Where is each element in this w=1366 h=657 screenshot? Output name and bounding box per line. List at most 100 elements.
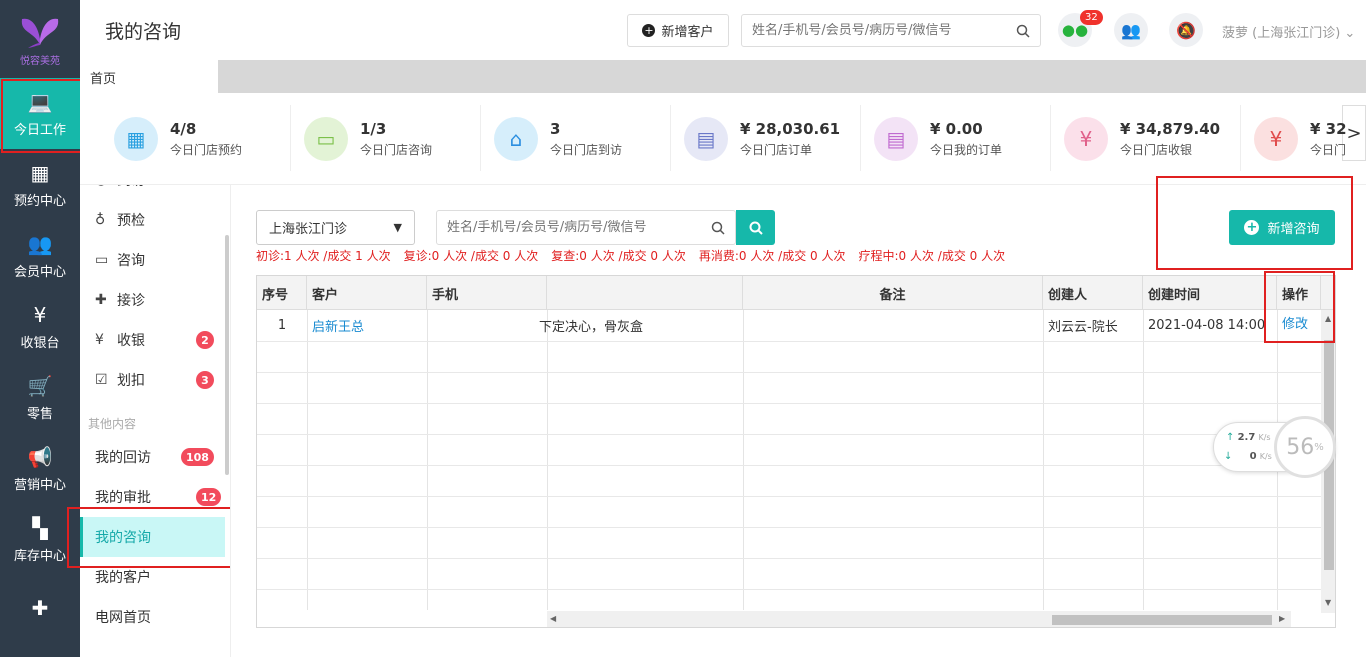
nav-item-3[interactable]: ¥ 收银台 [0, 291, 80, 362]
app-logo[interactable]: 悦容美苑 [0, 0, 80, 78]
grid-icon: ▚ [32, 515, 48, 540]
nav-item-1[interactable]: ▦ 预约中心 [0, 149, 80, 220]
submenu-group-label: 其他内容 [88, 417, 137, 431]
submenu-item-0[interactable]: ◐到访 [80, 185, 230, 200]
stat-text: ¥ 32 今日门 [1310, 120, 1347, 158]
table-header-cell[interactable] [547, 276, 743, 310]
consult-table: 序号 客户 手机 备注 创建人 创建时间 操作 ▲ ▼ ◀ ▶ 1 启新王总 下定决心，骨灰盒 刘… [256, 275, 1336, 628]
nav-item-7[interactable]: ✚ [0, 575, 80, 646]
nav-item-0[interactable]: 💻 今日工作 [0, 78, 80, 149]
stat-value: ¥ 34,879.40 [1120, 119, 1221, 138]
memory-percent: 56% [1274, 416, 1336, 478]
search-icon [711, 221, 725, 235]
stat-text: ¥ 28,030.61 今日门店订单 [740, 120, 840, 158]
submenu-other-item-0[interactable]: 我的回访 108 [80, 437, 230, 477]
download-unit: K/s [1259, 452, 1272, 461]
summary-item: 复查:0 人次 /成交 0 人次 [551, 249, 686, 263]
submenu-item-5[interactable]: ☑ 划扣 3 [80, 360, 230, 400]
search-icon[interactable] [1016, 24, 1030, 38]
table-header-cell[interactable]: 手机 [427, 276, 547, 310]
consult-search-input[interactable] [447, 220, 711, 235]
bell-off-icon: 🔕 [1176, 20, 1196, 40]
summary-item: 初诊:1 人次 /成交 1 人次 [256, 249, 391, 263]
nav-item-label: 今日工作 [13, 122, 66, 138]
stat-card-0[interactable]: ▦ 4/8 今日门店预约 [114, 111, 304, 166]
submenu-item-label: 接诊 [117, 293, 145, 309]
table-cell-action[interactable]: 修改 [1282, 310, 1321, 341]
user-menu[interactable]: 菠萝 (上海张江门诊) ⌄ [1222, 22, 1355, 41]
consult-search [436, 210, 736, 245]
upload-speed: ↑ 2.7 K/s [1226, 432, 1271, 443]
tab-home[interactable]: 首页 [80, 60, 218, 93]
nav-item-6[interactable]: ▚ 库存中心 [0, 504, 80, 575]
stat-card-2[interactable]: ⌂ 3 今日门店到访 [494, 111, 684, 166]
medkit-icon: ✚ [95, 292, 107, 308]
global-search-input[interactable] [752, 23, 1016, 38]
chevron-down-icon: ▼ [393, 221, 402, 234]
search-button[interactable] [736, 210, 775, 245]
percent-unit: % [1314, 441, 1324, 453]
submenu-other-badge: 12 [196, 488, 222, 506]
table-header-cell[interactable]: 创建人 [1043, 276, 1143, 310]
submenu-item-1[interactable]: ♁ 预检 [80, 200, 230, 240]
table-cell-phone [432, 310, 547, 341]
newspaper-icon: ▤ [684, 116, 728, 161]
mute-button[interactable]: 🔕 [1169, 13, 1203, 47]
row-divider [257, 527, 1321, 528]
plus-circle-icon: + [642, 24, 656, 37]
scroll-up-icon[interactable]: ▲ [1325, 314, 1331, 323]
submenu-other-item-3[interactable]: 我的客户 [80, 557, 230, 597]
nav-item-2[interactable]: 👥 会员中心 [0, 220, 80, 291]
stat-card-3[interactable]: ▤ ¥ 28,030.61 今日门店订单 [684, 111, 874, 166]
submenu-item-2[interactable]: ▭ 咨询 [80, 240, 230, 280]
sub-menu: 其他内容 ◐到访♁预检▭咨询 ✚ 接诊 ¥收银2☑划扣3 我的回访108我的审批12 我的… [80, 185, 230, 657]
submenu-other-item-1[interactable]: 我的审批 12 [80, 477, 230, 517]
nav-item-5[interactable]: 📢 营销中心 [0, 433, 80, 504]
download-speed: ↓ 0 K/s [1224, 451, 1272, 462]
add-consult-button[interactable]: + 新增咨询 [1229, 210, 1335, 245]
row-divider [257, 496, 1321, 497]
arrow-down-icon: ↓ [1224, 451, 1233, 462]
table-header-cell[interactable]: 客户 [307, 276, 427, 310]
scroll-down-icon[interactable]: ▼ [1325, 598, 1331, 607]
table-cell-customer[interactable]: 启新王总 [312, 310, 427, 341]
submenu-other-item-4[interactable]: 电网首页 [80, 597, 230, 637]
staff-button[interactable]: 👥 [1114, 13, 1148, 47]
submenu-item-3[interactable]: ✚ 接诊 [80, 280, 230, 320]
table-header-cell[interactable]: 创建时间 [1143, 276, 1277, 310]
table-header-cell[interactable]: 操作 [1277, 276, 1321, 310]
submenu-item-label: 预检 [117, 213, 145, 229]
table-horizontal-scrollbar[interactable]: ◀ ▶ [547, 611, 1291, 627]
submenu-other-label: 我的回访 [95, 450, 151, 466]
tab-bar: 首页 [80, 60, 1366, 93]
submenu-other-label: 我的咨询 [95, 530, 151, 546]
wechat-button[interactable]: ●● 32 [1058, 10, 1103, 47]
table-header: 序号 客户 手机 备注 创建人 创建时间 操作 [257, 276, 1335, 310]
visit-summary: 初诊:1 人次 /成交 1 人次 复诊:0 人次 /成交 0 人次 复查:0 人次 … [256, 247, 1018, 264]
stat-card-4[interactable]: ▤ ¥ 0.00 今日我的订单 [874, 111, 1064, 166]
stat-text: 1/3 今日门店咨询 [360, 120, 432, 158]
scroll-right-icon[interactable]: ▶ [1279, 614, 1285, 623]
stat-card-6[interactable]: ¥ ¥ 32 今日门 [1254, 111, 1366, 166]
column-divider [307, 310, 308, 610]
stat-card-5[interactable]: ¥ ¥ 34,879.40 今日门店收银 [1064, 111, 1254, 166]
nav-item-4[interactable]: 🛒 零售 [0, 362, 80, 433]
row-divider [257, 403, 1321, 404]
horizontal-scroll-thumb[interactable] [1052, 615, 1272, 625]
stat-card-1[interactable]: ▭ 1/3 今日门店咨询 [304, 111, 494, 166]
nav-item-label: 零售 [26, 406, 53, 422]
stat-separator [860, 105, 861, 171]
submenu-other-item-2[interactable]: 我的咨询 [80, 517, 225, 557]
search-icon [749, 221, 763, 235]
network-speed-widget[interactable]: ↑ 2.7 K/s ↓ 0 K/s 56% [1213, 416, 1336, 478]
submenu-item-4[interactable]: ¥ 收银 2 [80, 320, 230, 360]
add-customer-button[interactable]: + 新增客户 [627, 14, 729, 47]
submenu-other-label: 电网首页 [95, 610, 151, 626]
table-header-cell[interactable]: 备注 [743, 276, 1043, 310]
stat-label: 今日门店预约 [170, 142, 243, 157]
walk-icon: ◐ [95, 185, 117, 188]
scroll-left-icon[interactable]: ◀ [550, 614, 556, 623]
table-cell-no: 1 [277, 318, 287, 333]
order-icon: ▤ [874, 116, 918, 161]
store-select[interactable]: 上海张江门诊 ▼ [256, 210, 415, 245]
